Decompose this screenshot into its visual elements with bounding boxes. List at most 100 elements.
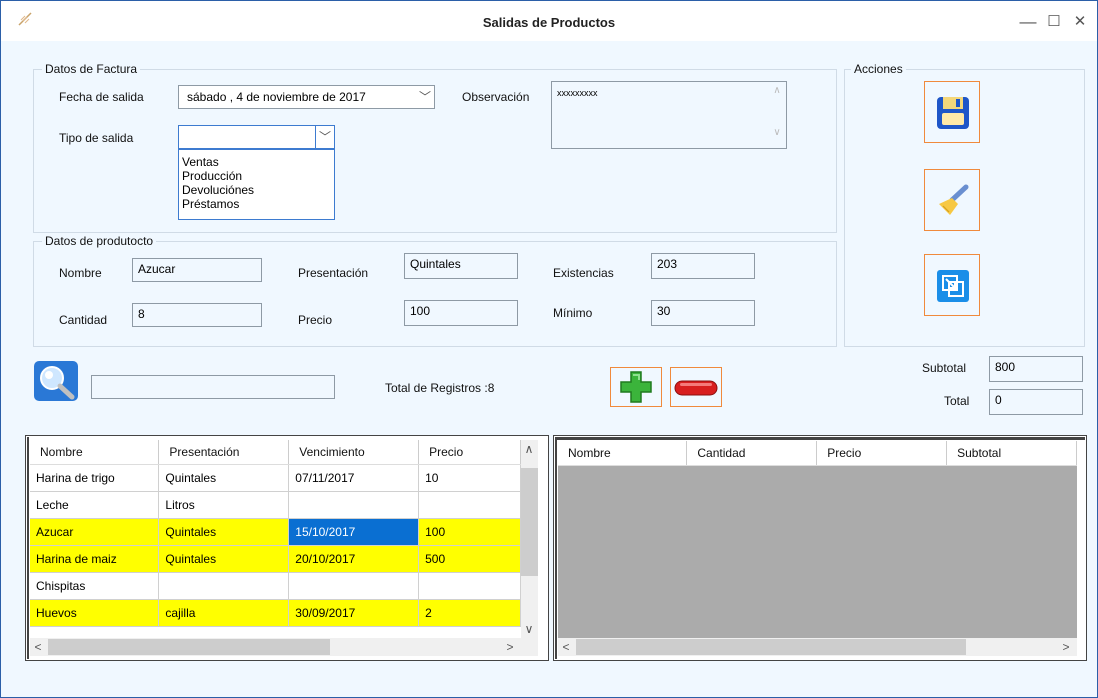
table-cell[interactable] — [418, 572, 521, 600]
table-row[interactable]: Chispitas — [30, 572, 521, 600]
table-cell[interactable]: 15/10/2017 — [288, 518, 420, 546]
fecha-value: sábado , 4 de noviembre de 2017 — [187, 90, 366, 104]
add-button[interactable] — [610, 367, 662, 407]
table-cell[interactable] — [288, 491, 420, 519]
scroll-right-icon[interactable]: > — [1058, 640, 1074, 654]
table-cell[interactable]: 20/10/2017 — [288, 545, 420, 573]
search-input[interactable] — [91, 375, 335, 399]
datos-producto-legend: Datos de produtocto — [42, 234, 157, 248]
dropdown-option-ventas[interactable]: Ventas — [182, 155, 334, 169]
observacion-textarea[interactable]: xxxxxxxxx — [551, 81, 787, 149]
column-header[interactable]: Cantidad — [686, 441, 818, 466]
minus-icon — [674, 380, 718, 396]
table-row[interactable]: Harina de maiz Quintales 20/10/2017 500 — [30, 545, 521, 573]
close-button[interactable]: ✕ — [1067, 11, 1093, 33]
right-grid-horizontal-scrollbar[interactable]: < > — [558, 638, 1077, 656]
table-cell[interactable]: Quintales — [158, 518, 290, 546]
clear-button[interactable] — [924, 169, 980, 231]
scroll-thumb[interactable] — [576, 639, 966, 655]
scroll-left-icon[interactable]: < — [558, 640, 574, 654]
window-title: Salidas de Productos — [482, 15, 616, 30]
column-header[interactable]: Subtotal — [946, 441, 1077, 466]
products-grid: Nombre Presentación Vencimiento Precio Hari… — [25, 435, 549, 661]
textarea-scroll-down-icon[interactable]: ∨ — [769, 127, 785, 138]
exit-items-grid: Nombre Cantidad Precio Subtotal < > — [553, 435, 1087, 661]
table-cell[interactable]: 2 — [418, 599, 521, 627]
save-icon — [937, 97, 969, 129]
broom-icon — [939, 184, 969, 215]
scroll-right-icon[interactable]: > — [502, 640, 518, 654]
presentacion-field[interactable]: Quintales — [404, 253, 518, 279]
main-window: Salidas de Productos — ☐ ✕ Datos de Fact… — [0, 0, 1098, 698]
column-header[interactable]: Precio — [418, 440, 521, 465]
table-cell[interactable]: 10 — [418, 464, 521, 492]
precio-label: Precio — [298, 313, 333, 327]
table-cell[interactable]: Quintales — [158, 464, 290, 492]
chevron-down-icon[interactable]: ﹀ — [315, 126, 334, 148]
search-icon — [34, 361, 78, 401]
column-header[interactable]: Nombre — [558, 441, 688, 466]
maximize-button[interactable]: ☐ — [1041, 11, 1067, 33]
grid-vertical-scrollbar[interactable]: ∧ ∨ — [521, 440, 538, 638]
subtotal-field[interactable]: 800 — [989, 356, 1083, 382]
table-cell[interactable] — [158, 572, 290, 600]
save-button[interactable] — [924, 81, 980, 143]
exit-button[interactable] — [924, 254, 980, 316]
table-cell[interactable]: cajilla — [158, 599, 290, 627]
scroll-down-icon[interactable]: ∨ — [521, 622, 537, 636]
column-header[interactable]: Vencimiento — [288, 440, 420, 465]
dropdown-option-produccion[interactable]: Producción — [182, 169, 334, 183]
cantidad-label: Cantidad — [59, 313, 108, 327]
table-cell[interactable]: 07/11/2017 — [288, 464, 420, 492]
table-row[interactable]: Azucar Quintales 15/10/2017 100 — [30, 518, 521, 546]
search-button[interactable] — [34, 361, 78, 401]
column-header[interactable]: Precio — [816, 441, 948, 466]
precio-field[interactable]: 100 — [404, 300, 518, 326]
table-cell[interactable]: 30/09/2017 — [288, 599, 420, 627]
table-cell[interactable] — [418, 491, 521, 519]
table-cell[interactable]: Azucar — [30, 518, 160, 546]
nombre-label: Nombre — [59, 266, 102, 280]
table-cell[interactable]: Litros — [158, 491, 290, 519]
remove-button[interactable] — [670, 367, 722, 407]
textarea-scroll-up-icon[interactable]: ∧ — [769, 85, 785, 96]
table-cell[interactable] — [288, 572, 420, 600]
table-row[interactable]: Huevos cajilla 30/09/2017 2 — [30, 599, 521, 627]
products-table: Nombre Presentación Vencimiento Precio Hari… — [30, 440, 521, 627]
minimo-field[interactable]: 30 — [651, 300, 755, 326]
scroll-left-icon[interactable]: < — [30, 640, 46, 654]
table-cell[interactable]: Chispitas — [30, 572, 160, 600]
fecha-picker[interactable]: sábado , 4 de noviembre de 2017 ﹀ — [178, 85, 435, 109]
tipo-salida-combo[interactable]: ﹀ — [178, 125, 335, 149]
cantidad-field[interactable]: 8 — [132, 303, 262, 327]
grid-left-border — [555, 437, 557, 659]
nombre-field[interactable]: Azucar — [132, 258, 262, 282]
observacion-label: Observación — [462, 90, 530, 104]
table-cell[interactable]: Harina de trigo — [30, 464, 160, 492]
scroll-up-icon[interactable]: ∧ — [521, 442, 537, 456]
total-registros-label: Total de Registros :8 — [385, 381, 495, 395]
table-cell[interactable]: 100 — [418, 518, 521, 546]
presentacion-label: Presentación — [298, 266, 369, 280]
scroll-thumb[interactable] — [48, 639, 330, 655]
minimize-button[interactable]: — — [1015, 11, 1041, 33]
dropdown-option-devoluciones[interactable]: Devoluciónes — [182, 183, 334, 197]
table-row[interactable]: Leche Litros — [30, 491, 521, 519]
grid-horizontal-scrollbar[interactable]: < > — [30, 638, 538, 656]
table-cell[interactable]: Huevos — [30, 599, 160, 627]
existencias-field[interactable]: 203 — [651, 253, 755, 279]
column-header[interactable]: Presentación — [158, 440, 290, 465]
chevron-down-icon[interactable]: ﹀ — [416, 86, 434, 108]
table-cell[interactable]: Harina de maiz — [30, 545, 160, 573]
table-row[interactable]: Harina de trigo Quintales 07/11/2017 10 — [30, 464, 521, 492]
table-cell[interactable]: 500 — [418, 545, 521, 573]
fecha-label: Fecha de salida — [59, 90, 144, 104]
table-cell[interactable]: Quintales — [158, 545, 290, 573]
scroll-thumb[interactable] — [521, 468, 538, 576]
table-cell[interactable]: Leche — [30, 491, 160, 519]
total-field[interactable]: 0 — [989, 389, 1083, 415]
empty-grid-area — [558, 466, 1077, 638]
plus-icon — [620, 371, 652, 403]
column-header[interactable]: Nombre — [30, 440, 160, 465]
dropdown-option-prestamos[interactable]: Préstamos — [182, 197, 334, 211]
